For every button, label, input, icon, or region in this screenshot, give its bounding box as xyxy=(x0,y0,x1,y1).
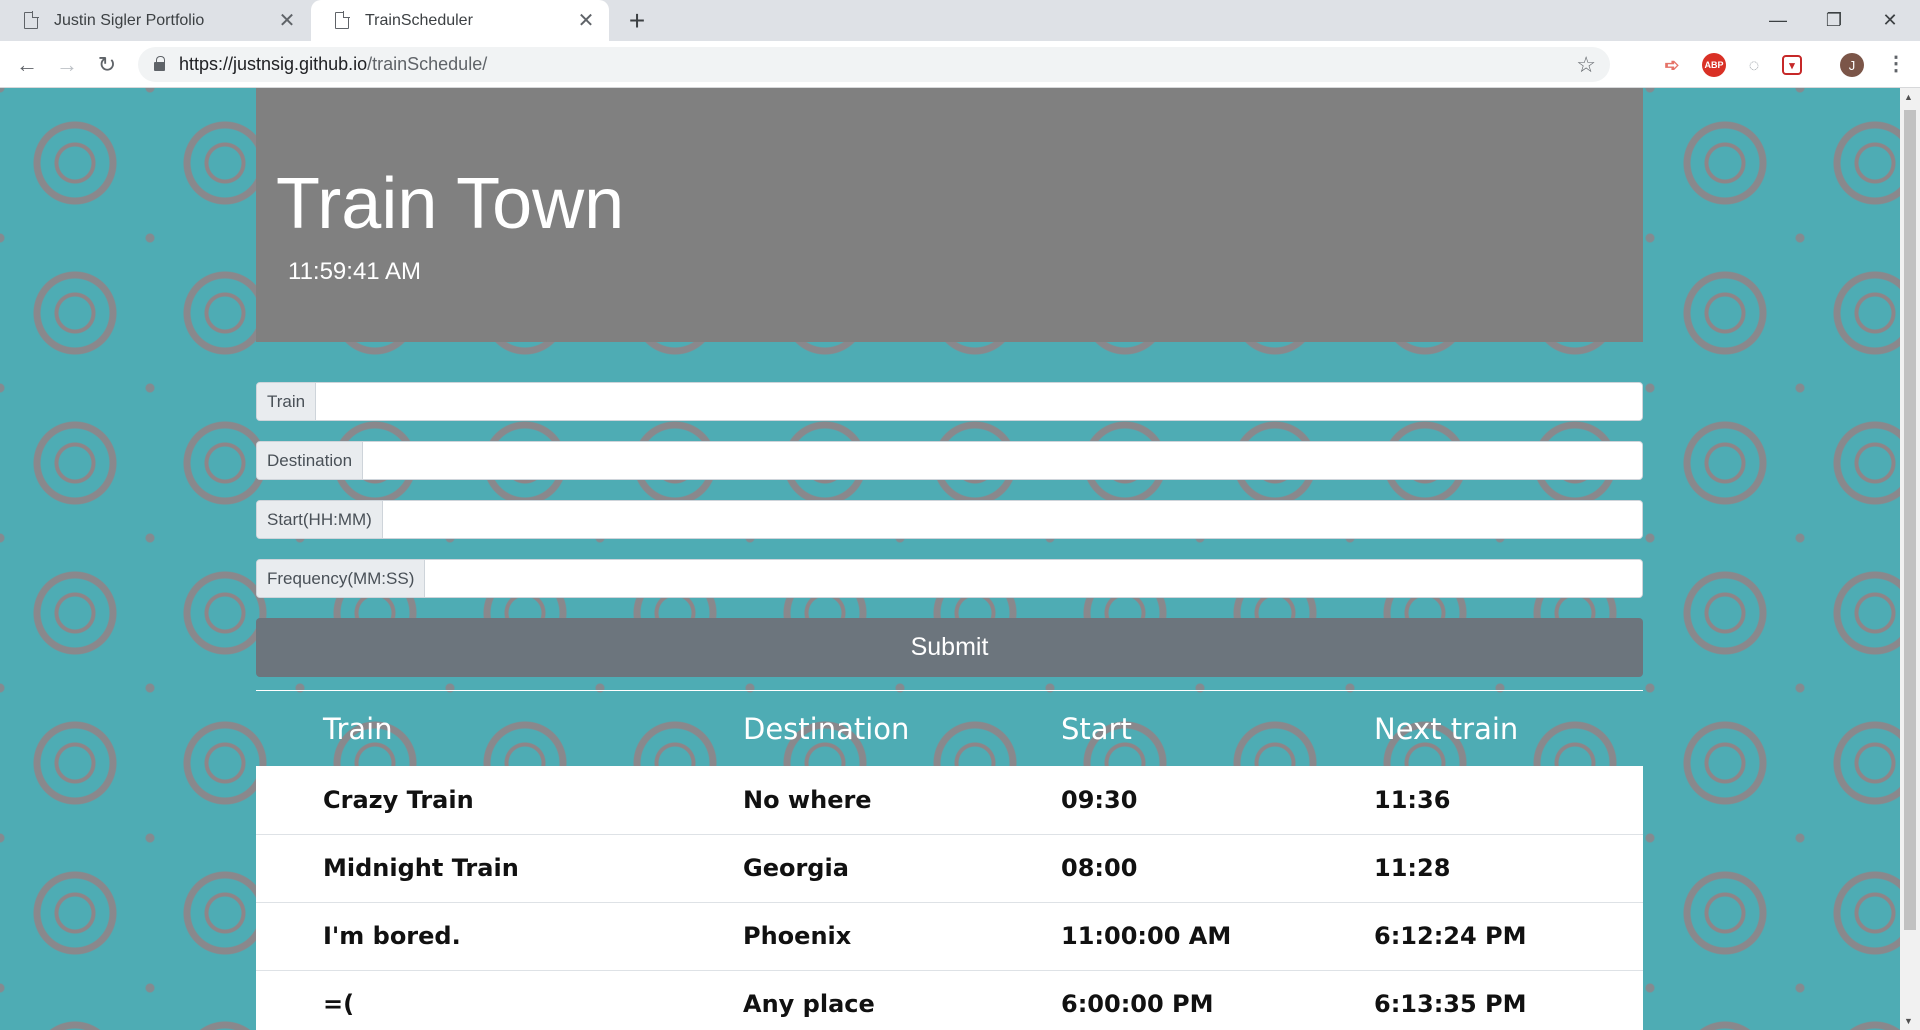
destination-label: Destination xyxy=(257,442,364,479)
main-container: Train Town 11:59:41 AM Train Destination… xyxy=(256,88,1643,1030)
tab-title: Justin Sigler Portfolio xyxy=(54,11,205,29)
minimize-icon[interactable]: — xyxy=(1750,0,1806,41)
reload-icon[interactable]: ↻ xyxy=(92,50,122,80)
new-tab-icon[interactable]: + xyxy=(622,5,652,37)
url-text: https://justnsig.github.io/trainSchedule… xyxy=(179,54,487,75)
frequency-input[interactable] xyxy=(425,560,1642,597)
back-icon[interactable]: ← xyxy=(12,50,42,80)
submit-button[interactable]: Submit xyxy=(256,618,1643,677)
cell-destination: Any place xyxy=(676,970,994,1030)
scroll-up-icon[interactable]: ▲ xyxy=(1904,92,1913,102)
header-start: Start xyxy=(1061,711,1132,746)
destination-group: Destination xyxy=(256,441,1643,480)
cell-next-train: 6:13:35 PM xyxy=(1307,970,1643,1030)
document-icon xyxy=(335,11,350,29)
tab-trainscheduler[interactable]: TrainScheduler ✕ xyxy=(311,0,609,41)
cell-start: 11:00:00 AM xyxy=(994,902,1307,971)
table-row: Midnight Train Georgia 08:00 11:28 xyxy=(256,834,1643,903)
adblock-icon[interactable]: ABP xyxy=(1702,53,1726,77)
header-train: Train xyxy=(323,711,393,746)
cell-train: Midnight Train xyxy=(256,834,676,903)
cell-start: 6:00:00 PM xyxy=(994,970,1307,1030)
profile-avatar[interactable]: J xyxy=(1840,53,1864,77)
start-time-group: Start(HH:MM) xyxy=(256,500,1643,539)
start-time-input[interactable] xyxy=(382,501,1642,538)
address-bar[interactable]: https://justnsig.github.io/trainSchedule… xyxy=(138,47,1610,82)
scrollbar-thumb[interactable] xyxy=(1904,110,1916,930)
lock-icon xyxy=(154,56,165,71)
cell-next-train: 11:28 xyxy=(1307,834,1643,903)
train-name-group: Train xyxy=(256,382,1643,421)
cell-next-train: 6:12:24 PM xyxy=(1307,902,1643,971)
forward-icon[interactable]: → xyxy=(52,50,82,80)
header-next-train: Next train xyxy=(1374,711,1519,746)
train-name-label: Train xyxy=(257,383,317,420)
table-row: I'm bored. Phoenix 11:00:00 AM 6:12:24 P… xyxy=(256,902,1643,971)
train-name-input[interactable] xyxy=(316,383,1642,420)
document-icon xyxy=(24,11,39,29)
cell-next-train: 11:36 xyxy=(1307,766,1643,835)
header-jumbotron: Train Town 11:59:41 AM xyxy=(256,88,1643,342)
circle-extension-icon[interactable]: ◌ xyxy=(1742,53,1766,77)
cell-start: 08:00 xyxy=(994,834,1307,903)
destination-input[interactable] xyxy=(363,442,1642,479)
close-window-icon[interactable]: ✕ xyxy=(1862,0,1918,41)
frequency-group: Frequency(MM:SS) xyxy=(256,559,1643,598)
current-time: 11:59:41 AM xyxy=(288,258,421,285)
bookmark-star-icon[interactable]: ☆ xyxy=(1576,52,1596,78)
tab-portfolio[interactable]: Justin Sigler Portfolio ✕ xyxy=(0,0,310,41)
table-header-row: Train Destination Start Next train xyxy=(256,691,1643,766)
header-destination: Destination xyxy=(743,711,910,746)
cell-start: 09:30 xyxy=(994,766,1307,835)
start-time-label: Start(HH:MM) xyxy=(257,501,383,538)
menu-kebab-icon[interactable]: ⋮ xyxy=(1886,51,1906,76)
cell-destination: Georgia xyxy=(676,834,994,903)
url-path: /trainSchedule/ xyxy=(367,54,488,74)
cell-train: =( xyxy=(256,970,676,1030)
browser-toolbar: ← → ↻ https://justnsig.github.io/trainSc… xyxy=(0,41,1920,88)
restore-icon[interactable]: ❐ xyxy=(1806,0,1862,41)
schedule-table: Train Destination Start Next train Crazy… xyxy=(256,691,1643,1030)
pocket-icon[interactable]: ▾ xyxy=(1782,55,1802,75)
table-row: Crazy Train No where 09:30 11:36 xyxy=(256,766,1643,835)
tab-strip: Justin Sigler Portfolio ✕ TrainScheduler… xyxy=(0,0,1920,41)
page-viewport: Train Town 11:59:41 AM Train Destination… xyxy=(0,88,1900,1030)
close-tab-icon[interactable]: ✕ xyxy=(577,8,595,33)
cell-train: I'm bored. xyxy=(256,902,676,971)
page-scrollbar[interactable]: ▲ ▼ xyxy=(1900,88,1920,1030)
cell-destination: Phoenix xyxy=(676,902,994,971)
arrow-extension-icon[interactable]: ➪ xyxy=(1660,53,1684,77)
frequency-label: Frequency(MM:SS) xyxy=(257,560,426,597)
page-title: Train Town xyxy=(276,164,625,244)
tab-title: TrainScheduler xyxy=(365,11,473,29)
scroll-down-icon[interactable]: ▼ xyxy=(1904,1016,1913,1026)
close-tab-icon[interactable]: ✕ xyxy=(278,8,296,33)
cell-train: Crazy Train xyxy=(256,766,676,835)
train-form: Train Destination Start(HH:MM) Frequency… xyxy=(256,382,1643,677)
table-row: =( Any place 6:00:00 PM 6:13:35 PM xyxy=(256,970,1643,1030)
url-host: https://justnsig.github.io xyxy=(179,54,368,74)
cell-destination: No where xyxy=(676,766,994,835)
